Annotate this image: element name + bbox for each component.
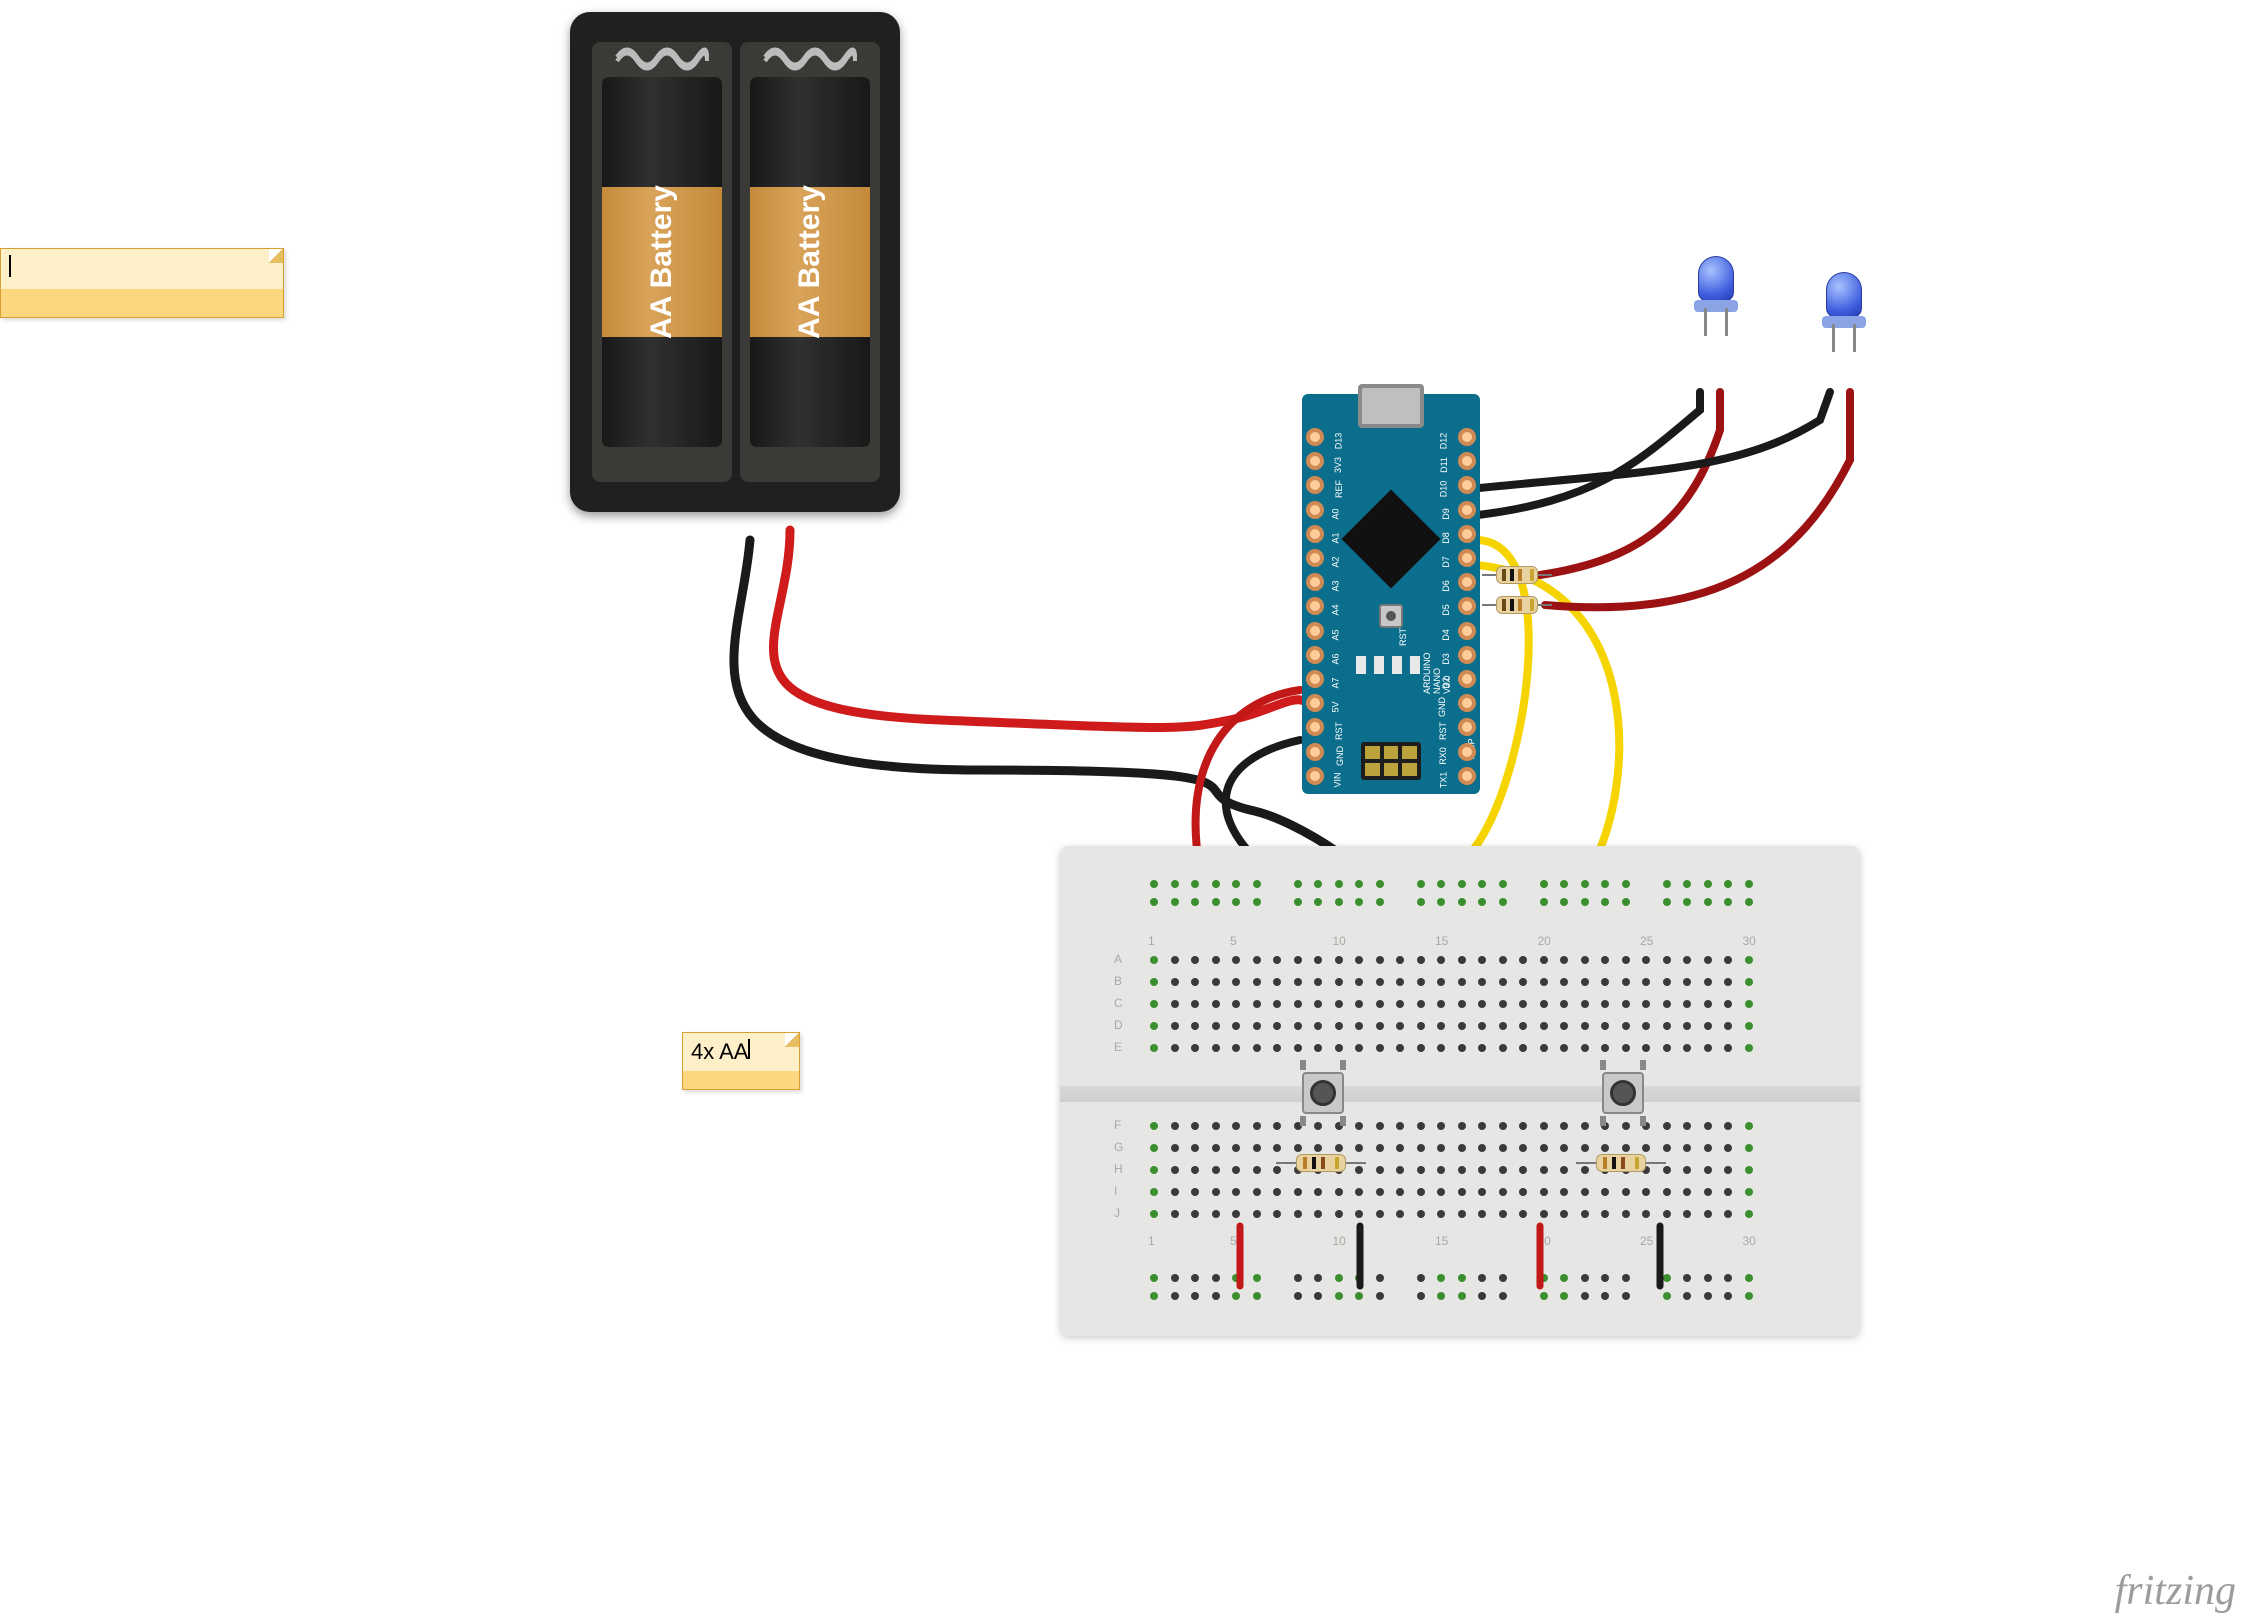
nano-pin-label: D2 [1441, 677, 1451, 689]
nano-pin-label: D9 [1441, 508, 1451, 520]
led-blue-2[interactable] [1822, 272, 1866, 352]
fritzing-watermark: fritzing [2115, 1567, 2236, 1615]
nano-pin-label: RST [1334, 722, 1344, 740]
nano-pin-A6[interactable] [1306, 646, 1324, 664]
note-empty[interactable] [0, 248, 284, 318]
nano-pin-label: D7 [1441, 556, 1451, 568]
nano-pin-VIN[interactable] [1306, 767, 1324, 785]
nano-pin-RST[interactable] [1458, 718, 1476, 736]
nano-pin-label: D5 [1441, 605, 1451, 617]
nano-pin-D13[interactable] [1306, 428, 1324, 446]
battery-2-label: AA Battery [793, 185, 827, 339]
nano-pin-D5[interactable] [1458, 597, 1476, 615]
nano-pin-D8[interactable] [1458, 525, 1476, 543]
battery-1-label: AA Battery [645, 185, 679, 339]
resistor-bb-1[interactable] [1276, 1154, 1366, 1172]
nano-pin-A2[interactable] [1306, 549, 1324, 567]
nano-pin-label: GND [1437, 697, 1447, 717]
note-battery-count-text: 4x AA [691, 1039, 748, 1064]
nano-pin-label: D11 [1439, 457, 1449, 473]
nano-pin-D3[interactable] [1458, 646, 1476, 664]
nano-pin-REF[interactable] [1306, 476, 1324, 494]
wiring-layer [0, 0, 2250, 1623]
nano-pin-label: VIN [1333, 772, 1343, 787]
nano-pin-A7[interactable] [1306, 670, 1324, 688]
icsp-header [1361, 742, 1421, 780]
nano-pin-A0[interactable] [1306, 501, 1324, 519]
resistor-nano-2[interactable] [1482, 596, 1552, 614]
nano-pin-D2[interactable] [1458, 670, 1476, 688]
reset-button[interactable] [1379, 604, 1403, 628]
nano-pin-label: GND [1335, 746, 1345, 766]
nano-pin-label: A2 [1331, 556, 1341, 567]
nano-pin-D9[interactable] [1458, 501, 1476, 519]
nano-pin-label: D4 [1441, 629, 1451, 641]
breadboard-jumpers [1060, 846, 1860, 1336]
nano-pin-label: RST [1438, 722, 1448, 740]
nano-pin-label: A1 [1331, 532, 1341, 543]
nano-pin-label: 5V [1331, 702, 1341, 713]
nano-pin-RST[interactable] [1306, 718, 1324, 736]
nano-pin-A4[interactable] [1306, 597, 1324, 615]
nano-pin-label: D12 [1439, 433, 1449, 450]
resistor-nano-1[interactable] [1482, 566, 1552, 584]
nano-pin-label: TX1 [1439, 772, 1449, 789]
nano-pin-A1[interactable] [1306, 525, 1324, 543]
nano-pin-label: REF [1334, 480, 1344, 498]
breadboard[interactable]: ABCDEFGHIJ115510101515202025253030 [1060, 846, 1860, 1336]
nano-pin-label: D3 [1441, 653, 1451, 665]
nano-pin-label: D13 [1333, 433, 1343, 450]
arduino-nano[interactable]: RST ICSP ARDUINONANOV3.0 D13D123V3D11REF… [1302, 394, 1480, 794]
battery-slot-1: AA Battery [592, 42, 732, 482]
nano-pin-A5[interactable] [1306, 622, 1324, 640]
nano-pin-label: A7 [1331, 677, 1341, 688]
nano-pin-label: D10 [1439, 481, 1449, 498]
nano-pin-label: D8 [1441, 532, 1451, 544]
nano-pin-label: D6 [1441, 580, 1451, 592]
nano-pin-GND[interactable] [1458, 694, 1476, 712]
reset-label: RST [1398, 628, 1408, 646]
nano-pin-label: A3 [1331, 581, 1341, 592]
nano-pin-label: A0 [1331, 508, 1341, 519]
mcu-chip-icon [1342, 490, 1441, 589]
resistor-bb-2[interactable] [1576, 1154, 1666, 1172]
battery-slot-2: AA Battery [740, 42, 880, 482]
nano-pin-D12[interactable] [1458, 428, 1476, 446]
nano-pin-D10[interactable] [1458, 476, 1476, 494]
pushbutton-1[interactable] [1296, 1066, 1350, 1120]
battery-holder[interactable]: AA Battery AA Battery [570, 12, 900, 512]
nano-pin-TX1[interactable] [1458, 767, 1476, 785]
nano-pin-label: 3V3 [1333, 457, 1343, 473]
nano-pin-5V[interactable] [1306, 694, 1324, 712]
led-blue-1[interactable] [1694, 256, 1738, 336]
nano-pin-D11[interactable] [1458, 452, 1476, 470]
note-battery-count[interactable]: 4x AA [682, 1032, 800, 1090]
nano-pin-D4[interactable] [1458, 622, 1476, 640]
nano-pin-label: RX0 [1438, 747, 1448, 765]
nano-pin-GND[interactable] [1306, 743, 1324, 761]
nano-pin-A3[interactable] [1306, 573, 1324, 591]
nano-pin-RX0[interactable] [1458, 743, 1476, 761]
fritzing-canvas: 4x AA AA Battery AA Battery RST ICS [0, 0, 2250, 1623]
nano-pin-D6[interactable] [1458, 573, 1476, 591]
nano-pin-label: A6 [1331, 653, 1341, 664]
nano-pin-label: A4 [1331, 605, 1341, 616]
pushbutton-2[interactable] [1596, 1066, 1650, 1120]
nano-pin-label: A5 [1331, 629, 1341, 640]
nano-pin-D7[interactable] [1458, 549, 1476, 567]
nano-pin-3V3[interactable] [1306, 452, 1324, 470]
usb-port-icon [1358, 384, 1424, 428]
